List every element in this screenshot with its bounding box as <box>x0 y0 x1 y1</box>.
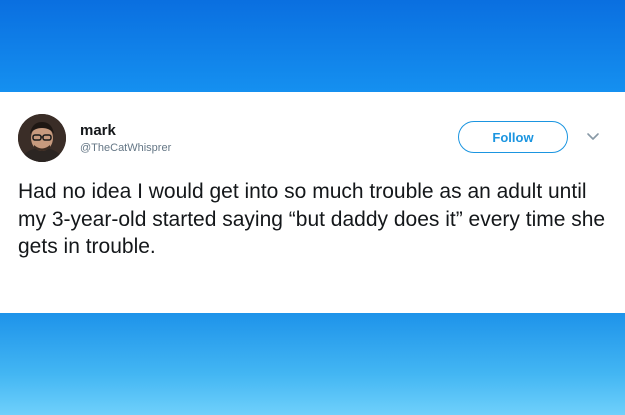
avatar-image <box>18 114 66 162</box>
follow-button[interactable]: Follow <box>458 121 568 153</box>
chevron-down-icon[interactable] <box>584 128 602 146</box>
background-bottom <box>0 313 625 415</box>
tweet-card: mark @TheCatWhisprer Follow Had no idea … <box>0 92 625 313</box>
tweet-text: Had no idea I would get into so much tro… <box>18 180 606 258</box>
user-name[interactable]: mark <box>80 122 116 139</box>
avatar[interactable] <box>18 114 66 162</box>
user-handle[interactable]: @TheCatWhisprer <box>80 142 171 154</box>
background-top <box>0 0 625 92</box>
